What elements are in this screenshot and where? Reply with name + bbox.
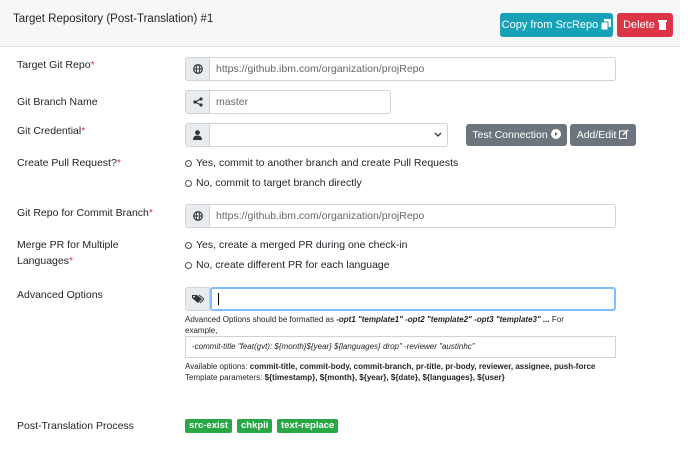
chevron-down-icon	[434, 124, 442, 154]
delete-button[interactable]: Delete	[617, 13, 673, 37]
tag-chkpii[interactable]: chkpii	[237, 419, 273, 433]
target-repo-input[interactable]: https://github.ibm.com/organization/proj…	[210, 57, 616, 81]
add-edit-label: Add/Edit	[576, 129, 617, 141]
globe-icon	[185, 204, 210, 228]
card-title: Target Repository (Post-Translation) #1	[13, 13, 214, 25]
radio-unchecked[interactable]	[185, 261, 192, 269]
copy-label: Copy from SrcRepo	[501, 19, 599, 31]
pr-yes-radio[interactable]: Yes, commit to another branch and create…	[185, 156, 458, 170]
radio-unchecked[interactable]	[185, 179, 192, 187]
test-connection-button[interactable]: Test Connection	[466, 124, 567, 146]
post-translation-label: Post-Translation Process	[17, 420, 134, 432]
copy-icon	[601, 19, 612, 30]
advanced-options-label: Advanced Options	[17, 289, 103, 301]
tag-src-exist[interactable]: src-exist	[185, 419, 233, 433]
share-icon	[185, 90, 210, 114]
merge-yes-radio[interactable]: Yes, create a merged PR during one check…	[185, 238, 407, 252]
target-repo-label: Target Git Repo*	[17, 59, 95, 71]
credential-label: Git Credential*	[17, 125, 86, 137]
pr-no-label: No, commit to target branch directly	[196, 177, 362, 189]
branch-input[interactable]: master	[210, 90, 391, 114]
play-circle-icon	[550, 125, 561, 147]
test-connection-label: Test Connection	[472, 129, 548, 141]
tag-text-replace[interactable]: text-replace	[277, 419, 339, 433]
branch-label: Git Branch Name	[17, 96, 98, 108]
advanced-options-example: -commit-title "feat(gvt): ${month}${year…	[185, 336, 616, 358]
available-options-text: Available options: commit-title, commit-…	[185, 362, 596, 371]
merge-no-label: No, create different PR for each languag…	[196, 259, 390, 271]
radio-checked[interactable]	[185, 241, 192, 249]
template-parameters-text: Template parameters: ${timestamp}, ${mon…	[185, 373, 505, 382]
globe-icon	[185, 57, 210, 81]
pr-label: Create Pull Request?*	[17, 157, 121, 169]
add-edit-button[interactable]: Add/Edit	[570, 124, 636, 146]
advanced-options-input[interactable]	[210, 287, 616, 311]
commit-repo-input[interactable]: https://github.ibm.com/organization/proj…	[210, 204, 616, 228]
merge-label: Merge PR for Multiple Languages*	[17, 239, 119, 267]
commit-repo-label: Git Repo for Commit Branch*	[17, 207, 153, 219]
trash-icon	[657, 19, 667, 30]
delete-label: Delete	[623, 19, 655, 31]
copy-from-src-button[interactable]: Copy from SrcRepo	[500, 13, 613, 37]
merge-yes-label: Yes, create a merged PR during one check…	[196, 239, 408, 251]
pr-no-radio[interactable]: No, commit to target branch directly	[185, 176, 362, 190]
merge-no-radio[interactable]: No, create different PR for each languag…	[185, 258, 390, 272]
radio-checked[interactable]	[185, 159, 192, 167]
edit-icon	[619, 125, 629, 147]
text-cursor	[218, 293, 219, 305]
credential-select[interactable]	[210, 123, 448, 147]
advanced-options-help: Advanced Options should be formatted as …	[185, 315, 564, 335]
user-icon	[185, 123, 210, 147]
tags-icon	[185, 287, 210, 311]
pr-yes-label: Yes, commit to another branch and create…	[196, 157, 459, 169]
card-header: Target Repository (Post-Translation) #1 …	[0, 0, 680, 47]
